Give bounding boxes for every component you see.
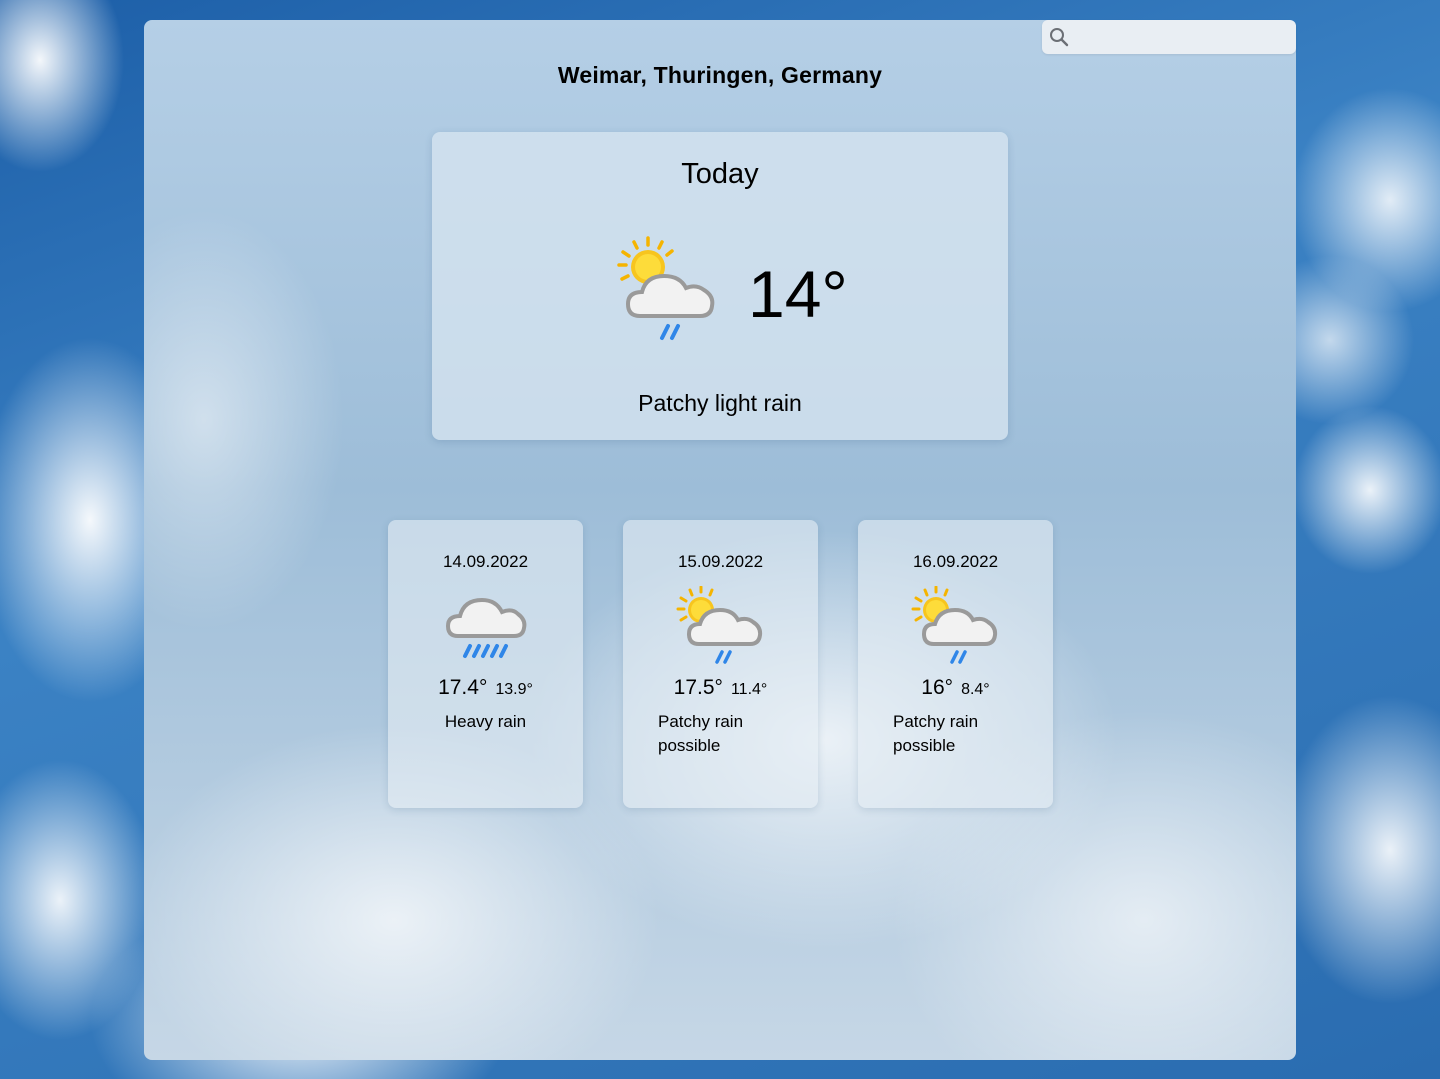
forecast-condition: Patchy rain possible: [893, 712, 979, 755]
forecast-max-temp: 16°: [921, 676, 954, 699]
forecast-max-temp: 17.4°: [438, 676, 488, 699]
forecast-card[interactable]: 14.09.2022 17.4° 13.9° Heavy rain: [388, 520, 583, 808]
partly-cloudy-rain-icon: [676, 586, 763, 664]
forecast-date: 14.09.2022: [442, 552, 529, 571]
search-box[interactable]: [1042, 20, 1296, 54]
forecast-card[interactable]: 16.09.2022 16° 8.4° Patchy rain possible: [858, 520, 1053, 808]
today-title: Today: [681, 158, 759, 190]
forecast-min-temp: 11.4°: [730, 681, 768, 698]
search-input[interactable]: [1076, 24, 1290, 52]
today-condition: Patchy light rain: [638, 390, 802, 416]
forecast-min-temp: 13.9°: [495, 681, 533, 698]
partly-cloudy-light-rain-icon: [617, 236, 715, 340]
forecast-temps: 17.4° 13.9°: [388, 676, 583, 700]
forecast-min-temp: 8.4°: [961, 681, 990, 698]
today-temperature: 14°: [748, 257, 848, 331]
forecast-condition: Patchy rain possible: [658, 712, 744, 755]
forecast-temps: 16° 8.4°: [858, 676, 1053, 700]
forecast-card[interactable]: 15.09.2022 17.5° 11.4° Patchy rain possib…: [623, 520, 818, 808]
heavy-rain-icon: [445, 597, 527, 658]
forecast-date: 15.09.2022: [677, 552, 764, 571]
forecast-max-temp: 17.5°: [673, 676, 723, 699]
forecast-temps: 17.5° 11.4°: [623, 676, 818, 700]
partly-cloudy-rain-icon: [911, 586, 998, 664]
search-icon[interactable]: [1048, 26, 1070, 48]
location-title: Weimar, Thuringen, Germany: [557, 62, 883, 88]
forecast-date: 16.09.2022: [912, 552, 999, 571]
today-card: Today 14° Patchy light rain: [432, 132, 1008, 440]
forecast-condition: Heavy rain: [444, 712, 527, 731]
